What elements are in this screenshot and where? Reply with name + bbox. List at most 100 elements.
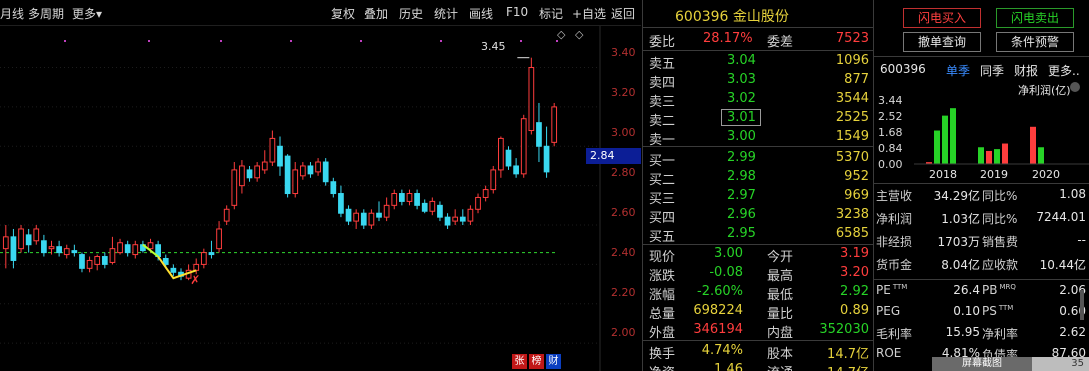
finance-badge[interactable]: 财 <box>546 354 561 369</box>
tab-single-quarter[interactable]: 单季 <box>946 62 970 79</box>
candle-body[interactable] <box>79 254 85 269</box>
candle-body[interactable] <box>307 165 314 175</box>
overlay-button[interactable]: 叠加 <box>364 5 388 22</box>
candle-body[interactable] <box>376 212 382 218</box>
candle-body[interactable] <box>25 234 32 246</box>
candle-body[interactable] <box>170 267 177 273</box>
candle-body[interactable] <box>63 248 70 256</box>
mark-button[interactable]: 标记 <box>539 5 563 22</box>
candle-body[interactable] <box>520 118 527 175</box>
candle-body[interactable] <box>132 244 139 256</box>
kline-chart[interactable]: ✗ 3.40 3.20 3.00 2.80 2.60 2.40 2.20 2.0… <box>0 26 641 371</box>
candle-body[interactable] <box>147 242 154 250</box>
candle-body[interactable] <box>277 145 283 167</box>
ask-level-row[interactable]: 卖四 3.03 877 <box>643 71 873 91</box>
candle-body[interactable] <box>322 161 329 183</box>
candle-body[interactable] <box>239 165 245 187</box>
candle-body[interactable] <box>10 236 17 261</box>
ask-level-row[interactable]: 卖一 3.00 1549 <box>643 128 873 148</box>
candle-body[interactable] <box>284 155 291 195</box>
candle-body[interactable] <box>48 246 55 250</box>
candle-body[interactable] <box>208 252 215 256</box>
f10-button[interactable]: F10 <box>506 5 528 19</box>
candle-body[interactable] <box>223 208 230 222</box>
candle-body[interactable] <box>543 145 550 173</box>
candle-body[interactable] <box>315 161 321 173</box>
limit-up-badge[interactable]: 张 <box>512 354 527 369</box>
back-button[interactable]: 返回 <box>611 5 635 22</box>
candle-body[interactable] <box>338 193 344 214</box>
candle-body[interactable] <box>437 204 443 218</box>
bid-level-row[interactable]: 买四 2.96 3238 <box>643 206 873 226</box>
candle-body[interactable] <box>482 189 489 198</box>
candle-body[interactable] <box>459 216 466 222</box>
candle-body[interactable] <box>406 193 413 202</box>
candle-body[interactable] <box>94 256 101 265</box>
candle-body[interactable] <box>360 212 367 226</box>
candle-body[interactable] <box>86 259 93 269</box>
candle-body[interactable] <box>551 106 558 143</box>
condition-alert-button[interactable]: 条件预警 <box>996 32 1074 52</box>
bid-level-row[interactable]: 买三 2.97 969 <box>643 187 873 207</box>
tab-same-quarter[interactable]: 同季 <box>980 62 1004 79</box>
candle-body[interactable] <box>345 208 352 222</box>
candle-body[interactable] <box>216 228 222 250</box>
candle-body[interactable] <box>18 228 24 250</box>
candle-body[interactable] <box>246 169 253 179</box>
diamond-icon[interactable]: ◇ <box>575 28 583 41</box>
candle-body[interactable] <box>71 250 78 254</box>
ask-level-row[interactable]: 卖二 3.01 2525 <box>643 109 873 129</box>
candle-body[interactable] <box>490 169 497 191</box>
candle-body[interactable] <box>33 228 40 242</box>
candle-body[interactable] <box>353 212 360 222</box>
candle-body[interactable] <box>2 236 9 250</box>
statistics-button[interactable]: 统计 <box>434 5 458 22</box>
candle-body[interactable] <box>109 248 116 263</box>
candle-body[interactable] <box>452 216 459 222</box>
candle-body[interactable] <box>513 165 519 175</box>
flash-buy-button[interactable]: 闪电买入 <box>903 8 981 28</box>
candle-body[interactable] <box>193 263 200 271</box>
candle-body[interactable] <box>536 122 542 147</box>
bid-level-row[interactable]: 买五 2.95 6585 <box>643 225 873 245</box>
candle-body[interactable] <box>391 193 398 206</box>
candle-body[interactable] <box>299 165 306 177</box>
cancel-order-query-button[interactable]: 撤单查询 <box>903 32 981 52</box>
period-monthly-tab[interactable]: 月线 <box>0 5 24 22</box>
candle-body[interactable] <box>498 137 504 171</box>
add-watchlist-button[interactable]: +自选 <box>572 5 606 22</box>
candle-body[interactable] <box>330 181 337 195</box>
candle-body[interactable] <box>124 244 131 254</box>
candle-body[interactable] <box>292 169 299 195</box>
tab-more[interactable]: 更多.. <box>1048 62 1080 79</box>
candle-body[interactable] <box>528 67 535 132</box>
candle-body[interactable] <box>505 149 512 167</box>
candle-body[interactable] <box>475 196 481 210</box>
restore-rights-button[interactable]: 复权 <box>331 5 355 22</box>
flash-sell-button[interactable]: 闪电卖出 <box>996 8 1074 28</box>
candle-body[interactable] <box>56 246 62 254</box>
dragon-tiger-badge[interactable]: 榜 <box>529 354 544 369</box>
tab-financial-report[interactable]: 财报 <box>1014 62 1038 79</box>
candle-body[interactable] <box>269 137 276 163</box>
bid-level-row[interactable]: 买一 2.99 5370 <box>643 149 873 169</box>
candle-body[interactable] <box>429 200 436 212</box>
history-button[interactable]: 历史 <box>399 5 423 22</box>
butterfly-marker-icon[interactable]: ✗ <box>190 273 200 287</box>
candle-body[interactable] <box>467 208 474 222</box>
candle-body[interactable] <box>383 204 390 218</box>
candle-body[interactable] <box>101 256 108 265</box>
draw-line-button[interactable]: 画线 <box>469 5 493 22</box>
candle-body[interactable] <box>261 161 268 171</box>
bid-level-row[interactable]: 买二 2.98 952 <box>643 168 873 188</box>
candle-body[interactable] <box>231 169 238 206</box>
ask-level-row[interactable]: 卖五 3.04 1096 <box>643 52 873 72</box>
candle-body[interactable] <box>421 202 428 212</box>
candle-body[interactable] <box>399 193 405 202</box>
candle-body[interactable] <box>117 242 123 254</box>
ask-level-row[interactable]: 卖三 3.02 3544 <box>643 90 873 110</box>
scrollbar-thumb[interactable] <box>1080 290 1084 320</box>
diamond-icon[interactable]: ◇ <box>557 28 565 41</box>
candle-body[interactable] <box>414 193 420 206</box>
more-menu-button[interactable]: 更多▾ <box>72 5 102 22</box>
